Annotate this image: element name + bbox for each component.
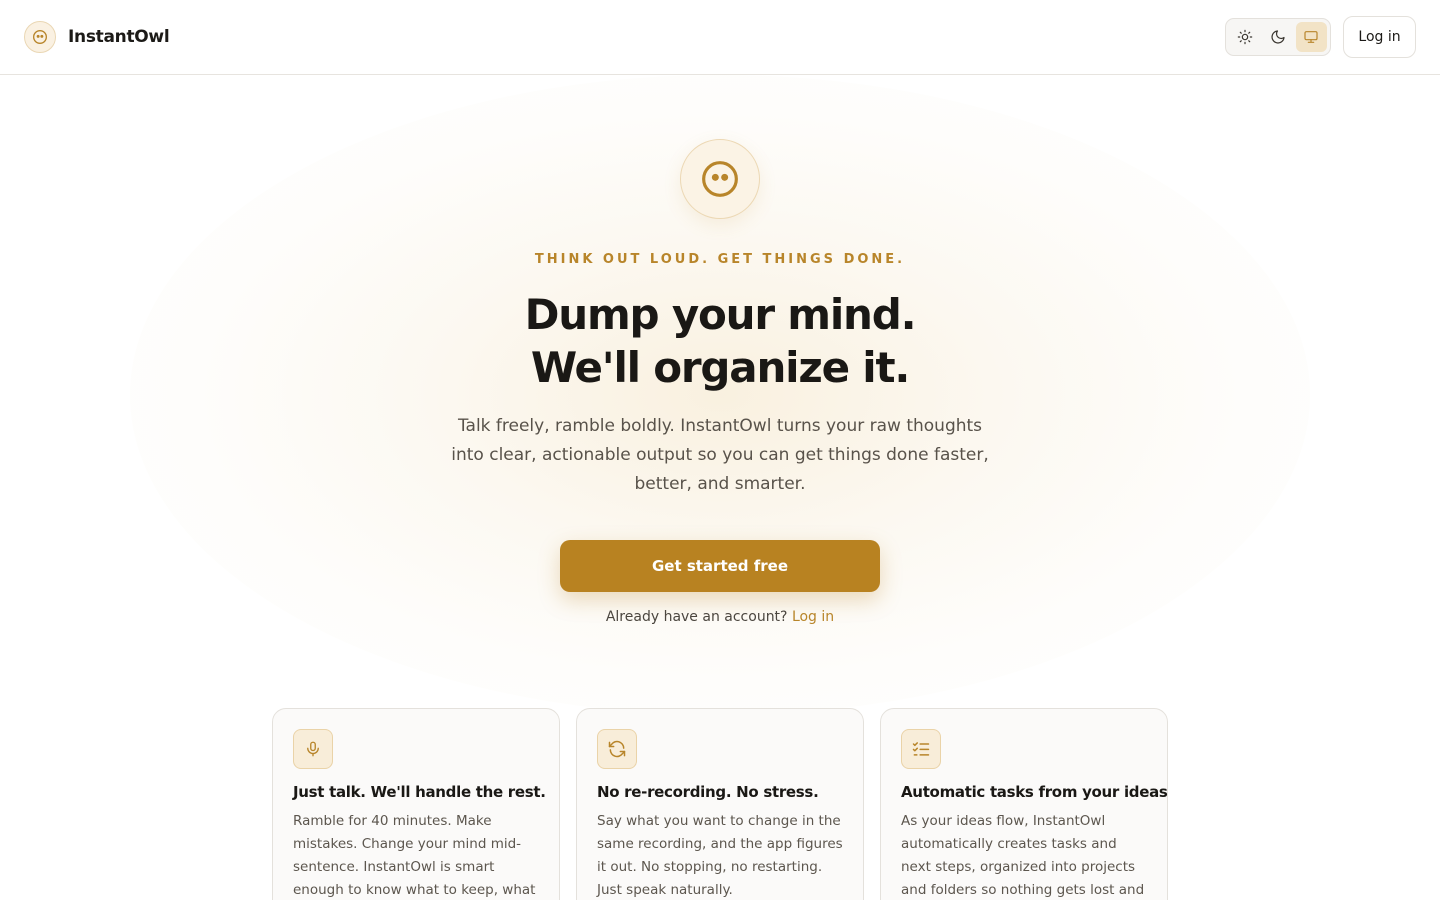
account-prompt-text: Already have an account? [605,609,788,625]
top-navbar: InstantOwl Log in [0,0,1440,75]
owl-face-icon [702,161,738,197]
hero-owl-icon [680,139,760,219]
brand[interactable]: InstantOwl [24,21,170,53]
login-link[interactable]: Log in [792,609,834,625]
feature-description: Ramble for 40 minutes. Make mistakes. Ch… [293,813,536,898]
headline-line-2: We'll organize it. [530,343,910,392]
sun-icon [1237,29,1252,45]
brand-name: InstantOwl [68,27,170,47]
account-prompt: Already have an account? Log in [0,609,1440,625]
get-started-button[interactable]: Get started free [560,540,880,592]
feature-card-no-rerecording: No re-recording. No stress. Say what you… [576,708,864,900]
hero-headline: Dump your mind. We'll organize it. [0,288,1440,394]
hero-eyebrow: THINK OUT LOUD. GET THINGS DONE. [534,252,906,267]
feature-card-talk: Just talk. We'll handle the rest. Ramble… [272,708,560,900]
header-login-button[interactable]: Log in [1343,16,1416,58]
feature-description: As your ideas flow, InstantOwl automatic… [901,813,1145,898]
theme-dark-button[interactable] [1262,22,1293,52]
theme-switcher [1225,18,1331,56]
theme-system-button[interactable] [1295,22,1327,52]
checklist-icon [901,729,941,769]
feature-title: No re-recording. No stress. [597,783,819,801]
refresh-icon [597,729,637,769]
theme-light-button[interactable] [1229,22,1260,52]
moon-icon [1271,30,1285,44]
feature-title: Just talk. We'll handle the rest. [293,783,546,801]
headline-line-1: Dump your mind. [524,290,917,339]
hero-subtext: Talk freely, ramble boldly. InstantOwl t… [451,416,989,494]
feature-card-auto-tasks: Automatic tasks from your ideas As your … [880,708,1168,900]
feature-description: Say what you want to change in the same … [597,813,843,898]
microphone-icon [293,729,333,769]
owl-face-icon [24,21,56,53]
monitor-icon [1304,31,1318,43]
feature-title: Automatic tasks from your ideas [901,783,1168,801]
